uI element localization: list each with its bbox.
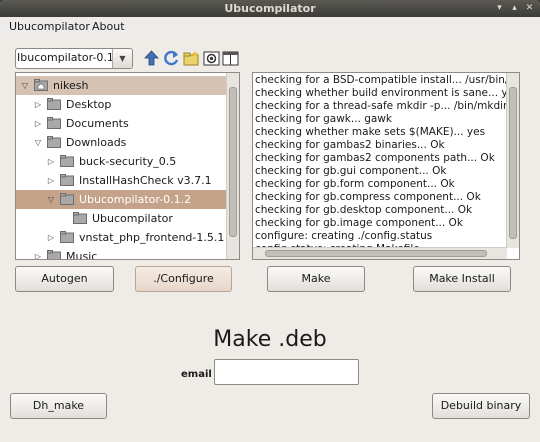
make-deb-heading: Make .deb	[213, 327, 327, 352]
log-line: checking for gb.compress component... Ok	[255, 191, 481, 203]
folder-icon	[47, 136, 61, 148]
log-line: checking for gb.desktop component... Ok	[255, 204, 473, 216]
up-arrow-icon[interactable]	[143, 50, 160, 67]
tree-row-label: InstallHashCheck v3.7.1	[79, 174, 212, 187]
tree-scrollbar-thumb[interactable]	[229, 87, 237, 237]
log-vscrollbar[interactable]	[506, 73, 519, 248]
folder-icon	[60, 174, 74, 186]
tree-row-label: Downloads	[66, 136, 127, 149]
expander-closed-icon[interactable]: ▷	[46, 228, 56, 247]
expander-closed-icon[interactable]: ▷	[33, 95, 43, 114]
email-field[interactable]	[214, 359, 359, 385]
tree-scrollbar[interactable]	[226, 73, 239, 259]
window-title: Ubucompilator	[224, 2, 316, 15]
log-line: checking for gawk... gawk	[255, 113, 392, 125]
tree-row[interactable]: ▷ InstallHashCheck v3.7.1	[16, 171, 227, 190]
home-folder-icon	[34, 79, 48, 91]
menu-bar: Ubucompilator About	[0, 17, 540, 37]
folder-icon	[47, 117, 61, 129]
log-line: checking for gb.gui component... Ok	[255, 165, 447, 177]
folder-tree[interactable]: ▽ nikesh ▷ Desktop ▷ Documents ▽ Downloads ▷ buck…	[15, 72, 240, 260]
tree-row-label: Ubucompilator-0.1.2	[79, 193, 192, 206]
folder-icon	[60, 231, 74, 243]
tree-row[interactable]: ▷ Documents	[16, 114, 227, 133]
view-icon[interactable]	[203, 50, 220, 67]
tree-row[interactable]: ▷ Music	[16, 247, 227, 260]
tree-row-label: Desktop	[66, 98, 112, 111]
configure-button[interactable]: ./Configure	[135, 266, 232, 292]
tree-row[interactable]: ▽ Downloads	[16, 133, 227, 152]
refresh-icon[interactable]	[163, 50, 180, 67]
menu-ubucompilator[interactable]: Ubucompilator	[6, 19, 93, 34]
expander-closed-icon[interactable]: ▷	[33, 247, 43, 259]
log-line: checking whether build environment is sa…	[255, 87, 520, 99]
tree-row[interactable]: ▷ Desktop	[16, 95, 227, 114]
make-button[interactable]: Make	[267, 266, 365, 292]
title-bar: Ubucompilator ▾ ▴ ✕	[0, 0, 540, 17]
tree-row-label: nikesh	[53, 79, 89, 92]
project-combo-value: Ibucompilator-0.1.2	[17, 51, 112, 64]
dh-make-button[interactable]: Dh_make	[10, 393, 107, 419]
tree-row[interactable]: ▷ vnstat_php_frontend-1.5.1	[16, 228, 227, 247]
window-controls: ▾ ▴ ✕	[493, 2, 536, 14]
folder-icon	[60, 193, 74, 205]
autogen-button[interactable]: Autogen	[15, 266, 114, 292]
tree-row-label: vnstat_php_frontend-1.5.1	[79, 231, 225, 244]
expander-closed-icon[interactable]: ▷	[33, 114, 43, 133]
menu-about[interactable]: About	[89, 19, 128, 34]
build-log[interactable]: checking for a BSD-compatible install...…	[252, 72, 520, 260]
log-line: checking for gambas2 components path... …	[255, 152, 495, 164]
folder-icon	[47, 98, 61, 110]
log-line: configure: creating ./config.status	[255, 230, 433, 242]
debuild-binary-button[interactable]: Debuild binary	[432, 393, 530, 419]
new-folder-icon[interactable]	[183, 50, 200, 67]
tree-row[interactable]: ▷ buck-security_0.5	[16, 152, 227, 171]
folder-icon	[73, 212, 87, 224]
minimize-icon[interactable]: ▾	[493, 2, 506, 14]
tree-row-label: Music	[66, 250, 98, 260]
log-line: checking for a BSD-compatible install...…	[255, 74, 520, 86]
log-line: checking for gambas2 binaries... Ok	[255, 139, 445, 151]
log-vscrollbar-thumb[interactable]	[509, 87, 517, 239]
tree-row[interactable]: ▽ nikesh	[16, 76, 227, 95]
tree-row-label: Documents	[66, 117, 129, 130]
app-window: Ubucompilator ▾ ▴ ✕ Ubucompilator About …	[0, 0, 540, 442]
log-line: checking for a thread-safe mkdir -p... /…	[255, 100, 520, 112]
tree-row-label: buck-security_0.5	[79, 155, 177, 168]
expander-open-icon[interactable]: ▽	[20, 76, 30, 95]
maximize-icon[interactable]: ▴	[508, 2, 521, 14]
log-hscrollbar[interactable]	[253, 247, 507, 259]
tree-row[interactable]: ▽ Ubucompilator-0.1.2	[16, 190, 227, 209]
chevron-down-icon[interactable]: ▼	[112, 49, 132, 68]
expander-open-icon[interactable]: ▽	[46, 190, 56, 209]
log-line: checking whether make sets $(MAKE)... ye…	[255, 126, 486, 138]
email-label: email	[181, 369, 212, 380]
expander-closed-icon[interactable]: ▷	[46, 152, 56, 171]
folder-icon	[60, 155, 74, 167]
make-install-button[interactable]: Make Install	[413, 266, 511, 292]
expander-closed-icon[interactable]: ▷	[46, 171, 56, 190]
log-hscrollbar-thumb[interactable]	[265, 250, 487, 257]
expander-open-icon[interactable]: ▽	[33, 133, 43, 152]
folder-icon	[47, 250, 61, 259]
tree-row-label: Ubucompilator	[92, 212, 173, 225]
log-line: checking for gb.image component... Ok	[255, 217, 463, 229]
columns-icon[interactable]	[222, 50, 239, 67]
log-line: checking for gb.form component... Ok	[255, 178, 455, 190]
project-combo[interactable]: Ibucompilator-0.1.2 ▼	[15, 48, 133, 69]
close-icon[interactable]: ✕	[523, 2, 536, 14]
tree-row[interactable]: Ubucompilator	[16, 209, 227, 228]
